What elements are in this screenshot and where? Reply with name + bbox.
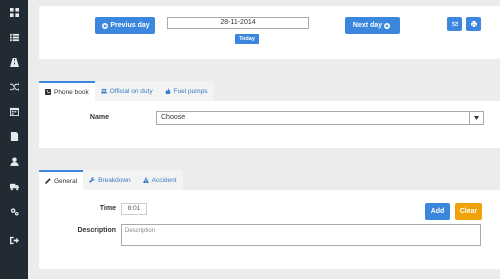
- description-label: Description: [77, 227, 116, 234]
- date-field[interactable]: 28-11-2014: [167, 17, 309, 29]
- sidebar-item-shuffle[interactable]: [0, 74, 28, 98]
- previous-day-button[interactable]: Previus day: [95, 17, 155, 34]
- sidebar-item-list[interactable]: [0, 25, 28, 49]
- arrow-left-circle-icon: [102, 22, 109, 29]
- next-day-button[interactable]: Next day: [345, 17, 400, 34]
- sidebar-item-documents[interactable]: [0, 124, 28, 148]
- road-icon: [9, 57, 19, 67]
- sidebar-item-users[interactable]: [0, 149, 28, 173]
- today-button[interactable]: Today: [235, 34, 259, 44]
- sidebar: [0, 0, 28, 279]
- time-field[interactable]: 8:01: [121, 203, 147, 215]
- tabbar-filler: [182, 170, 500, 190]
- gears-icon: [10, 207, 19, 216]
- tab-official-on-duty[interactable]: Official on duty: [95, 81, 159, 101]
- user-icon: [9, 156, 19, 166]
- sidebar-item-logout[interactable]: [0, 228, 28, 252]
- tab-label: Phone book: [54, 88, 89, 96]
- tab-accident[interactable]: Accident: [137, 170, 183, 190]
- arrow-right-circle-icon: [384, 22, 391, 29]
- select-value: Choose: [161, 114, 186, 121]
- tab-label: General: [54, 177, 78, 185]
- document-icon: [10, 131, 18, 141]
- sign-out-icon: [9, 236, 19, 244]
- date-navigation-panel: Previus day 28-11-2014 Today Next day: [39, 6, 500, 59]
- envelope-icon: [451, 21, 458, 27]
- tab-general[interactable]: General: [39, 170, 84, 190]
- phonebook-tabs: Phone book Official on duty Fuel pumps: [39, 81, 500, 101]
- pencil-icon: [45, 178, 51, 184]
- next-day-label: Next day: [352, 22, 383, 29]
- email-button[interactable]: [447, 17, 462, 31]
- tab-fuel-pumps[interactable]: Fuel pumps: [159, 81, 214, 101]
- fire-icon: [165, 88, 170, 94]
- tab-label: Official on duty: [109, 87, 153, 95]
- phonebook-panel: Phone book Official on duty Fuel pumps N…: [39, 81, 500, 148]
- time-label: Time: [99, 205, 116, 212]
- description-field[interactable]: Description: [121, 224, 481, 246]
- users-icon: [100, 88, 107, 94]
- truck-icon: [9, 183, 19, 190]
- name-label: Name: [89, 114, 109, 121]
- sidebar-item-settings[interactable]: [0, 199, 28, 223]
- sidebar-item-vehicles[interactable]: [0, 174, 28, 198]
- warning-icon: [142, 177, 149, 183]
- tab-phone-book[interactable]: Phone book: [39, 81, 95, 101]
- list-icon: [9, 33, 19, 41]
- event-tabs: General Breakdown Accident: [39, 170, 500, 190]
- name-select[interactable]: Choose: [156, 111, 484, 125]
- printer-icon: [470, 21, 477, 27]
- clear-button[interactable]: Clear: [455, 203, 482, 220]
- previous-day-label: Previus day: [110, 22, 150, 29]
- shuffle-icon: [9, 81, 19, 91]
- tab-label: Breakdown: [98, 176, 131, 184]
- phone-icon: [45, 89, 51, 95]
- add-button[interactable]: Add: [425, 203, 450, 220]
- wrench-icon: [89, 177, 96, 183]
- sidebar-item-road[interactable]: [0, 50, 28, 74]
- select-arrow[interactable]: [469, 112, 483, 124]
- event-panel: General Breakdown Accident Time 8:01 Add…: [39, 170, 500, 269]
- chevron-down-icon: [474, 116, 479, 120]
- grid-icon: [9, 7, 19, 17]
- tab-label: Accident: [151, 176, 177, 184]
- print-button[interactable]: [466, 17, 481, 31]
- calendar-icon: [9, 107, 19, 116]
- tab-label: Fuel pumps: [173, 87, 208, 95]
- sidebar-item-dashboard[interactable]: [0, 0, 28, 24]
- tabbar-filler: [213, 81, 500, 101]
- sidebar-item-calendar[interactable]: [0, 99, 28, 123]
- tab-breakdown[interactable]: Breakdown: [83, 170, 137, 190]
